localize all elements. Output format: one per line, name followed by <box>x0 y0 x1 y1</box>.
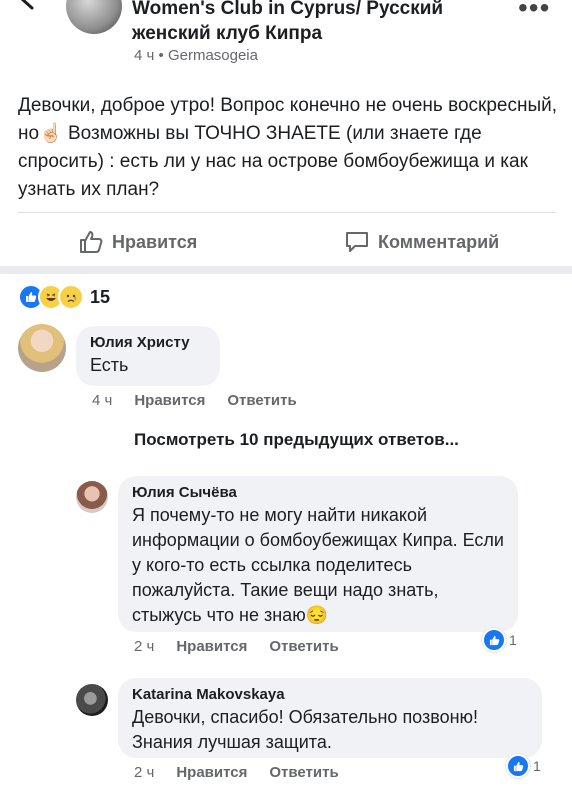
like-button[interactable]: Нравится <box>78 226 197 258</box>
reply-avatar[interactable] <box>76 481 108 513</box>
reply-like-count: 1 <box>509 632 517 648</box>
reply-author[interactable]: Katarina Makovskaya <box>132 686 528 703</box>
reply-like-badge[interactable]: 1 <box>482 628 517 652</box>
pointing-finger-emoji: ☝🏻 <box>39 123 63 144</box>
comment-bubble: Юлия Христу Есть <box>76 326 220 386</box>
reaction-count: 15 <box>90 286 111 307</box>
group-title[interactable]: Women's Club in Cyprus/ Русский женский … <box>132 0 492 46</box>
comment-like-link[interactable]: Нравится <box>134 392 205 409</box>
comment-button[interactable]: Комментарий <box>344 226 499 258</box>
view-previous-replies-link[interactable]: Посмотреть 10 предыдущих ответов... <box>134 430 459 450</box>
group-avatar[interactable] <box>66 0 122 34</box>
reply-author[interactable]: Юлия Сычёва <box>132 484 504 501</box>
reply-like-link[interactable]: Нравится <box>176 638 247 655</box>
post-time[interactable]: 4 ч <box>134 47 154 64</box>
reply-reply-link[interactable]: Ответить <box>269 764 338 781</box>
section-separator <box>0 266 572 274</box>
post-location[interactable]: Germasogeia <box>168 47 258 64</box>
commenter-avatar[interactable] <box>18 324 66 372</box>
reply-time: 2 ч <box>134 638 155 655</box>
meta-separator: • <box>158 47 164 64</box>
comment-reply-link[interactable]: Ответить <box>227 392 296 409</box>
comment-text: Есть <box>90 355 129 375</box>
reply-text: Я почему-то не могу найти никакой информ… <box>132 503 504 628</box>
comment-actions: 4 ч Нравится Ответить <box>92 392 297 409</box>
reply-bubble: Юлия Сычёва Я почему-то не могу найти ни… <box>118 476 518 632</box>
reply-time: 2 ч <box>134 764 155 781</box>
comment-label: Комментарий <box>378 231 500 252</box>
pensive-face-emoji: 😔 <box>305 605 329 625</box>
thumbs-up-icon <box>482 628 506 652</box>
reply-like-count: 1 <box>533 758 541 774</box>
reply-actions: 2 ч Нравится Ответить <box>134 638 339 655</box>
comment-time: 4 ч <box>92 392 113 409</box>
reactions-summary[interactable]: 15 <box>18 284 110 310</box>
post-text: Девочки, доброе утро! Вопрос конечно не … <box>18 92 558 204</box>
post-text-part2: Возможны вы ТОЧНО ЗНАЕТЕ (или знаете где… <box>18 123 528 200</box>
thumbs-up-icon <box>80 231 103 253</box>
reply-like-badge[interactable]: 1 <box>506 754 541 778</box>
thumbs-up-icon <box>506 754 530 778</box>
reply-like-link[interactable]: Нравится <box>176 764 247 781</box>
reply-reply-link[interactable]: Ответить <box>269 638 338 655</box>
reply-text: Девочки, спасибо! Обязательно позвоню! З… <box>132 707 479 752</box>
comment-author[interactable]: Юлия Христу <box>90 334 206 351</box>
divider <box>18 212 556 213</box>
reply-bubble: Katarina Makovskaya Девочки, спасибо! Об… <box>118 678 542 758</box>
like-label: Нравится <box>112 231 198 252</box>
reply-actions: 2 ч Нравится Ответить <box>134 764 339 781</box>
comment-bubble-icon <box>346 232 368 252</box>
sad-reaction-icon <box>58 284 84 310</box>
reply-avatar[interactable] <box>76 684 108 716</box>
back-chevron-icon[interactable] <box>14 0 40 12</box>
more-options-icon[interactable]: ••• <box>518 0 550 24</box>
post-meta: 4 ч • Germasogeia <box>134 47 258 64</box>
